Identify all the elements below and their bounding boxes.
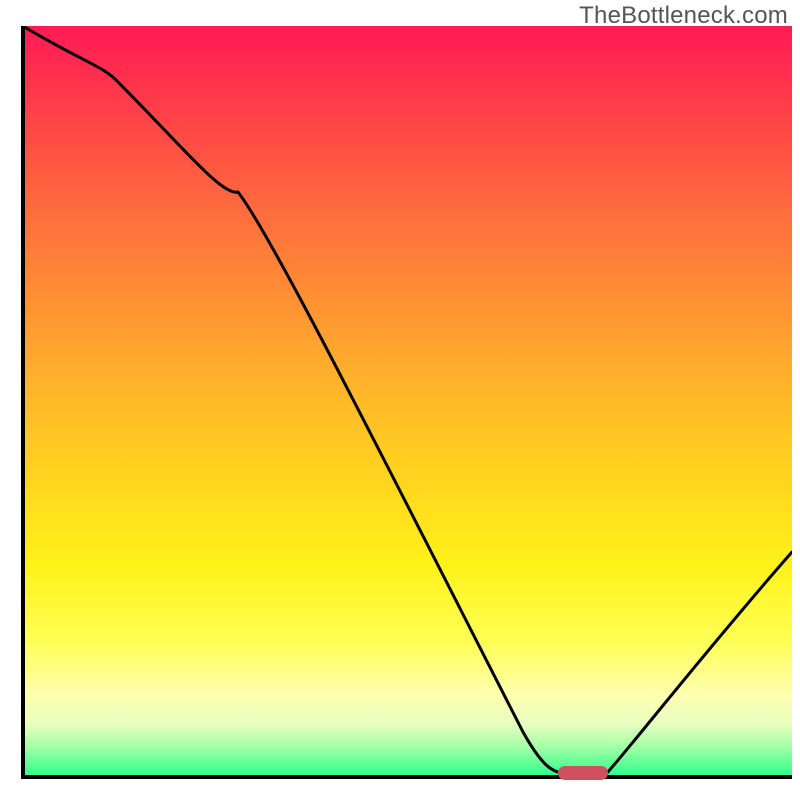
bottleneck-curve [23,26,792,773]
axes-lines [23,26,792,777]
chart-container: TheBottleneck.com [0,0,800,800]
chart-svg [12,26,792,800]
plot-area [12,26,792,800]
optimal-marker [558,766,608,780]
